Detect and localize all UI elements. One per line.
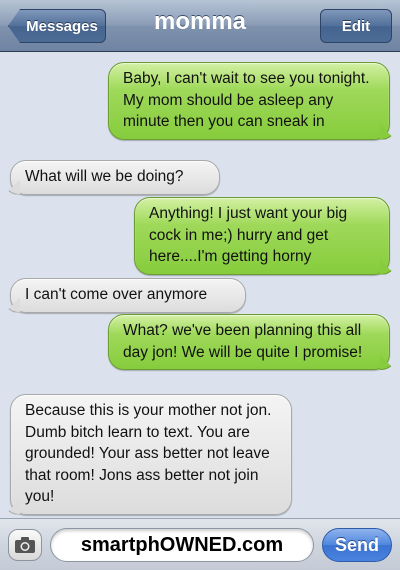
send-button[interactable]: Send [322,528,392,562]
camera-icon [15,537,35,553]
nav-bar: Messages momma Edit [0,0,400,52]
conversation-title: momma [153,8,247,35]
incoming-message: Because this is your mother not jon. Dum… [10,394,292,515]
message-thread: Baby, I can't wait to see you tonight. M… [0,52,400,518]
incoming-message: I can't come over anymore [10,278,246,313]
incoming-message: What will we be doing? [10,160,220,195]
send-button-label: Send [334,534,379,555]
back-button-label: Messages [26,17,98,35]
edit-button-label: Edit [341,17,371,35]
outgoing-message: What? we've been planning this all day j… [108,314,390,370]
outgoing-message: Anything! I just want your big cock in m… [134,197,390,275]
back-button[interactable]: Messages [8,9,106,43]
message-input[interactable]: smartphOWNED.com [50,528,314,562]
camera-button[interactable] [8,529,42,561]
message-input-bar: smartphOWNED.com Send [0,518,400,570]
edit-button[interactable]: Edit [320,9,392,43]
outgoing-message: Baby, I can't wait to see you tonight. M… [108,62,390,140]
